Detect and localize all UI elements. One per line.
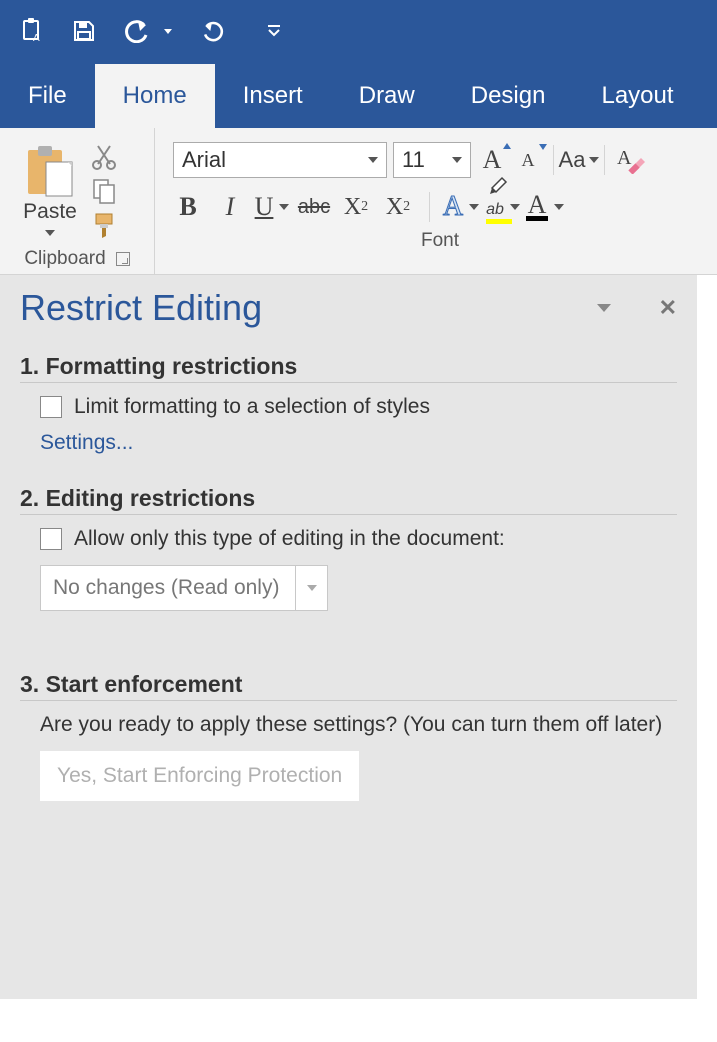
chevron-down-icon	[279, 204, 289, 210]
strikethrough-button[interactable]: abc	[299, 192, 329, 222]
change-case-button[interactable]: Aa	[564, 145, 594, 175]
save-icon[interactable]	[72, 19, 96, 43]
editing-restrictions-section: 2. Editing restrictions Allow only this …	[20, 485, 677, 611]
paste-label: Paste	[23, 200, 77, 224]
chevron-down-icon	[296, 565, 328, 611]
font-group: Arial 11 A A Aa A B I U	[155, 128, 717, 274]
tab-draw[interactable]: Draw	[331, 64, 443, 128]
grow-font-icon[interactable]: A	[477, 145, 507, 175]
document-area[interactable]	[697, 275, 717, 999]
chevron-down-icon	[510, 204, 520, 210]
redo-icon[interactable]	[200, 19, 224, 43]
superscript-button[interactable]: X2	[383, 192, 413, 222]
tab-file[interactable]: File	[0, 64, 95, 128]
svg-text:A: A	[33, 33, 40, 44]
allow-editing-checkbox[interactable]	[40, 528, 62, 550]
start-enforcement-section: 3. Start enforcement Are you ready to ap…	[20, 671, 677, 801]
clipboard-launcher-icon[interactable]	[116, 252, 130, 266]
text-effects-button[interactable]: A	[446, 192, 476, 222]
shrink-font-icon[interactable]: A	[513, 145, 543, 175]
font-name-combo[interactable]: Arial	[173, 142, 387, 178]
svg-text:A: A	[617, 147, 632, 169]
pane-options-icon[interactable]	[597, 304, 611, 312]
close-icon[interactable]: ✕	[659, 295, 677, 321]
font-group-label: Font	[173, 222, 707, 252]
section-heading: 2. Editing restrictions	[20, 485, 677, 515]
pane-title: Restrict Editing	[20, 287, 262, 329]
subscript-button[interactable]: X2	[341, 192, 371, 222]
paste-button[interactable]: Paste	[10, 136, 90, 240]
copy-icon[interactable]	[92, 178, 120, 204]
tab-layout[interactable]: Layout	[573, 64, 701, 128]
restrict-editing-pane: Restrict Editing ✕ 1. Formatting restric…	[0, 275, 697, 999]
format-painter-icon[interactable]	[92, 212, 120, 240]
editing-type-value: No changes (Read only)	[40, 565, 296, 611]
underline-button[interactable]: U	[257, 192, 287, 222]
chevron-down-icon	[452, 157, 462, 163]
paste-qat-icon[interactable]: A	[20, 19, 44, 43]
font-size-combo[interactable]: 11	[393, 142, 471, 178]
editing-type-dropdown[interactable]: No changes (Read only)	[40, 565, 328, 611]
tab-home[interactable]: Home	[95, 64, 215, 128]
undo-split-button[interactable]	[124, 19, 172, 43]
font-name-value: Arial	[182, 147, 226, 173]
italic-button[interactable]: I	[215, 192, 245, 222]
settings-link[interactable]: Settings...	[20, 431, 677, 455]
tab-insert[interactable]: Insert	[215, 64, 331, 128]
font-size-value: 11	[402, 147, 425, 173]
quick-access-toolbar: A	[0, 0, 717, 62]
limit-formatting-label: Limit formatting to a selection of style…	[74, 395, 430, 419]
cut-icon[interactable]	[92, 144, 120, 170]
start-enforcing-button[interactable]: Yes, Start Enforcing Protection	[40, 751, 359, 801]
allow-editing-label: Allow only this type of editing in the d…	[74, 527, 505, 551]
font-color-button[interactable]: A	[530, 192, 560, 222]
clipboard-group-label: Clipboard	[24, 248, 105, 270]
section-heading: 1. Formatting restrictions	[20, 353, 677, 383]
chevron-down-icon	[554, 204, 564, 210]
chevron-down-icon	[368, 157, 378, 163]
section-heading: 3. Start enforcement	[20, 671, 677, 701]
chevron-down-icon	[45, 230, 55, 236]
ribbon: Paste Clipboard Arial	[0, 128, 717, 275]
paste-icon	[24, 144, 76, 198]
highlight-button[interactable]: ab	[488, 192, 518, 222]
tab-design[interactable]: Design	[443, 64, 574, 128]
formatting-restrictions-section: 1. Formatting restrictions Limit formatt…	[20, 353, 677, 455]
clipboard-group: Paste Clipboard	[0, 128, 155, 274]
customize-qat-icon[interactable]	[262, 19, 286, 43]
limit-formatting-checkbox[interactable]	[40, 396, 62, 418]
clear-formatting-icon[interactable]: A	[615, 145, 645, 175]
chevron-down-icon	[164, 29, 172, 34]
chevron-down-icon	[589, 157, 599, 163]
ribbon-tabs: File Home Insert Draw Design Layout	[0, 62, 717, 128]
chevron-down-icon	[469, 204, 479, 210]
bold-button[interactable]: B	[173, 192, 203, 222]
enforcement-body-text: Are you ready to apply these settings? (…	[20, 713, 677, 737]
